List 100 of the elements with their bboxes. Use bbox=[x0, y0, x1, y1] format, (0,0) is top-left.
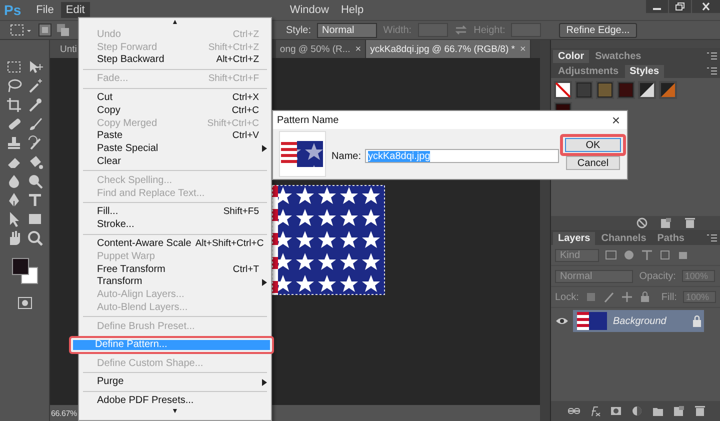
document-tab[interactable]: yckKa8dqi.jpg @ 66.7% (RGB/8) * × bbox=[366, 40, 531, 58]
layer-thumbnail bbox=[577, 312, 607, 330]
type-filter-icon[interactable] bbox=[641, 249, 654, 261]
color-swatches-icon[interactable] bbox=[10, 257, 38, 285]
panel-tab[interactable]: Swatches bbox=[590, 50, 646, 63]
tab-close-button[interactable]: × bbox=[520, 44, 526, 54]
name-field[interactable]: yckKa8dqi.jpg bbox=[365, 149, 559, 163]
panel-tab[interactable]: Adjustments bbox=[553, 65, 624, 78]
tab-title: Unti bbox=[60, 44, 77, 54]
dialog-close-button[interactable]: × bbox=[612, 112, 620, 128]
menu-item[interactable]: Clear bbox=[81, 155, 269, 168]
menu-item[interactable]: Paste Special bbox=[81, 142, 269, 156]
shortcut-text: Alt+Ctrl+Z bbox=[216, 54, 259, 66]
zoom-icon[interactable] bbox=[26, 229, 44, 247]
marquee-icon[interactable] bbox=[8, 22, 34, 38]
name-label: Name: bbox=[332, 150, 361, 162]
panel-tab[interactable]: Styles bbox=[624, 65, 664, 78]
width-field[interactable] bbox=[418, 23, 448, 37]
ok-button[interactable]: OK bbox=[565, 138, 621, 152]
lock-move-icon[interactable] bbox=[620, 291, 633, 303]
link-icon[interactable] bbox=[568, 405, 580, 417]
image-filter-icon[interactable] bbox=[605, 249, 618, 261]
effects-icon[interactable] bbox=[589, 405, 601, 417]
menu-item[interactable]: Copy Ctrl+C bbox=[81, 104, 269, 117]
panel-tab[interactable]: Color bbox=[553, 50, 590, 63]
menu-item[interactable]: Define Pattern... bbox=[69, 336, 274, 354]
lock-label: Lock: bbox=[555, 292, 579, 302]
shortcut-text: Ctrl+Z bbox=[232, 28, 259, 40]
tab-title: ong @ 50% (R... bbox=[280, 44, 350, 54]
flag-thumbnail bbox=[281, 141, 324, 167]
shortcut-text: Ctrl+X bbox=[232, 92, 259, 104]
document-tab[interactable]: ong @ 50% (R... × bbox=[276, 40, 366, 58]
submenu-arrow-icon bbox=[262, 378, 267, 386]
new-selection-icon[interactable] bbox=[38, 23, 52, 37]
shortcut-text: Ctrl+T bbox=[232, 264, 259, 275]
height-field[interactable] bbox=[511, 23, 542, 37]
add-selection-icon[interactable] bbox=[56, 23, 70, 37]
menu-item[interactable]: File bbox=[31, 2, 59, 18]
cancel-button[interactable]: Cancel bbox=[566, 156, 620, 170]
menu-item[interactable]: Stroke... bbox=[81, 218, 269, 232]
menu-item[interactable]: Step Backward Alt+Ctrl+Z bbox=[81, 54, 269, 66]
shortcut-text: Shift+Ctrl+F bbox=[208, 73, 259, 84]
restore-icon[interactable] bbox=[669, 0, 691, 13]
quick-mask-icon[interactable] bbox=[18, 297, 32, 309]
panel-menu-icon[interactable] bbox=[707, 66, 717, 74]
new-layer-icon[interactable] bbox=[673, 405, 685, 417]
dialog-title: Pattern Name bbox=[277, 114, 339, 126]
eye-icon[interactable] bbox=[555, 316, 569, 326]
type-icon[interactable] bbox=[26, 191, 44, 209]
folder-icon[interactable] bbox=[652, 405, 664, 417]
trash-icon[interactable] bbox=[684, 217, 696, 229]
fill-label: Fill: bbox=[661, 292, 677, 302]
tab-close-button[interactable]: × bbox=[355, 44, 362, 54]
style-preset[interactable] bbox=[638, 81, 656, 99]
close-icon[interactable] bbox=[692, 0, 720, 13]
adjustment-layer-icon[interactable] bbox=[631, 405, 643, 417]
layer-name: Background bbox=[613, 316, 668, 326]
stamp-icon[interactable] bbox=[5, 134, 23, 152]
mask-icon[interactable] bbox=[610, 405, 622, 417]
menu-item[interactable]: Paste Ctrl+V bbox=[81, 130, 269, 142]
menu-item[interactable]: Free Transform Ctrl+T bbox=[81, 262, 269, 276]
app-logo: Ps bbox=[4, 2, 22, 18]
panel-menu-icon[interactable] bbox=[707, 234, 717, 242]
crop-icon[interactable] bbox=[5, 96, 23, 114]
panel-tab[interactable]: Channels bbox=[596, 232, 652, 245]
shortcut-text: Shift+F5 bbox=[223, 206, 259, 218]
panel-tab[interactable]: Paths bbox=[652, 232, 690, 245]
menu-item[interactable]: Window bbox=[284, 2, 334, 18]
refine-edge-button[interactable]: Refine Edge... bbox=[559, 22, 637, 38]
lock-all-icon[interactable] bbox=[638, 291, 651, 303]
menu-item[interactable]: Edit bbox=[60, 2, 90, 18]
shape-filter-icon[interactable] bbox=[659, 249, 672, 261]
panel-tab[interactable]: Layers bbox=[553, 232, 596, 245]
style-label: Style: bbox=[286, 24, 312, 36]
menu-item[interactable]: Purge bbox=[81, 376, 269, 388]
style-dropdown[interactable]: Normal bbox=[317, 22, 378, 38]
menu-item[interactable]: Cut Ctrl+X bbox=[81, 91, 269, 104]
menu-item[interactable]: Adobe PDF Presets... bbox=[81, 394, 269, 408]
menu-item[interactable]: Transform bbox=[81, 276, 269, 288]
tab-title: yckKa8dqi.jpg @ 66.7% (RGB/8) * bbox=[370, 44, 515, 54]
shortcut-text: Ctrl+V bbox=[232, 130, 259, 142]
menu-item[interactable]: Fill... Shift+F5 bbox=[81, 206, 269, 218]
adjustment-filter-icon[interactable] bbox=[623, 249, 636, 261]
submenu-arrow-icon bbox=[262, 145, 267, 152]
zoom-level: 66.67% bbox=[51, 408, 77, 418]
submenu-arrow-icon bbox=[262, 278, 267, 286]
opacity-label: Opacity: bbox=[639, 270, 676, 282]
new-style-icon[interactable] bbox=[660, 217, 672, 229]
minimize-icon[interactable] bbox=[646, 0, 668, 13]
shortcut-text: Shift+Ctrl+Z bbox=[208, 42, 259, 53]
shortcut-text: Alt+Shift+Ctrl+C bbox=[195, 238, 264, 250]
shortcut-text: Shift+Ctrl+C bbox=[207, 118, 259, 129]
menu-item[interactable]: Content-Aware Scale Alt+Shift+Ctrl+C bbox=[81, 237, 269, 250]
menu-item[interactable]: Help bbox=[336, 2, 369, 18]
shortcut-text: Ctrl+C bbox=[232, 104, 259, 116]
clear-style-icon[interactable] bbox=[636, 217, 648, 229]
smart-object-filter-icon[interactable] bbox=[677, 249, 690, 261]
panel-menu-icon[interactable] bbox=[707, 52, 717, 60]
trash-icon[interactable] bbox=[694, 405, 706, 417]
style-preset[interactable] bbox=[554, 81, 572, 99]
